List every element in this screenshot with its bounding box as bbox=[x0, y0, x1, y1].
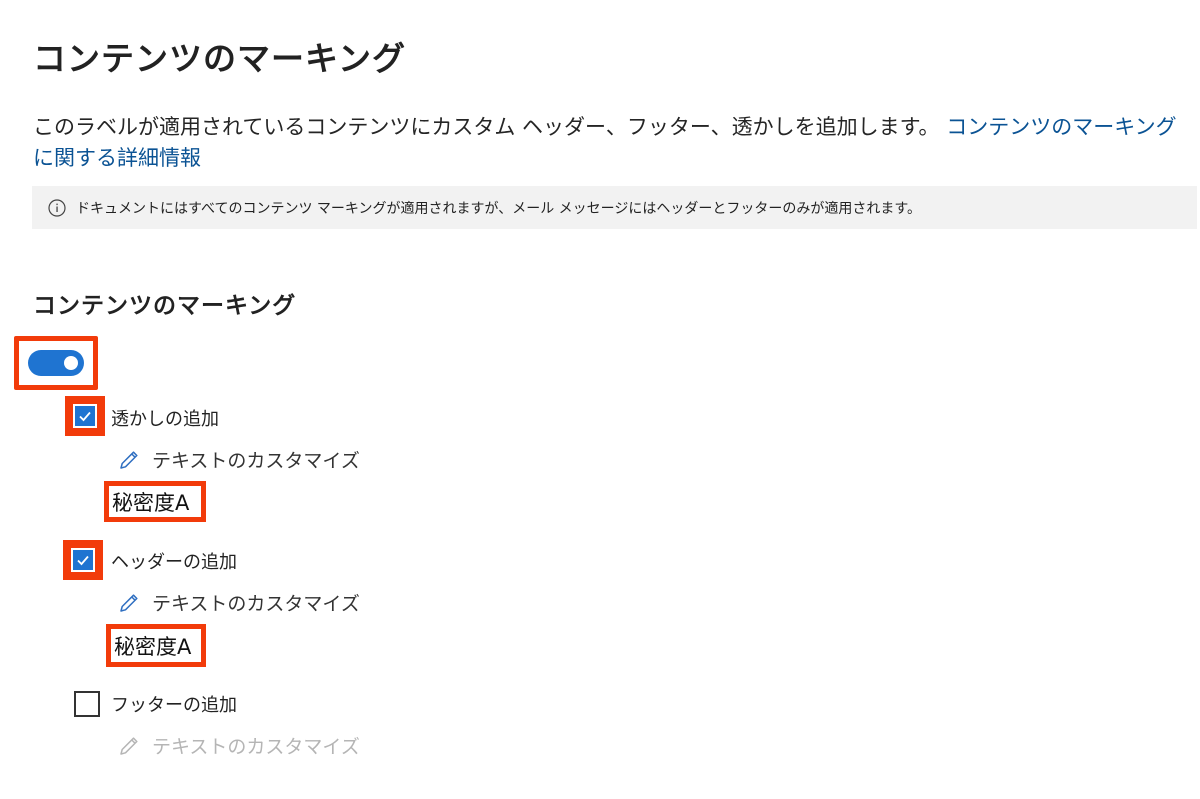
pencil-icon bbox=[118, 449, 140, 471]
info-text: ドキュメントにはすべてのコンテンツ マーキングが適用されますが、メール メッセー… bbox=[76, 200, 921, 217]
header-value-highlight: 秘密度A bbox=[106, 624, 206, 667]
header-value: 秘密度A bbox=[111, 629, 201, 662]
watermark-customize-text[interactable]: テキストのカスタマイズ bbox=[118, 446, 360, 473]
section-title: コンテンツのマーキング bbox=[33, 293, 297, 319]
pencil-icon bbox=[118, 592, 140, 614]
page-description: このラベルが適用されているコンテンツにカスタム ヘッダー、フッター、透かしを追加… bbox=[33, 112, 1193, 174]
pencil-icon bbox=[118, 735, 140, 757]
watermark-value-highlight: 秘密度A bbox=[104, 481, 206, 522]
customize-label: テキストのカスタマイズ bbox=[152, 736, 360, 758]
toggle-track bbox=[28, 350, 84, 376]
checkmark-icon bbox=[79, 411, 91, 422]
description-text: このラベルが適用されているコンテンツにカスタム ヘッダー、フッター、透かしを追加… bbox=[33, 115, 940, 139]
customize-label: テキストのカスタマイズ bbox=[152, 450, 360, 472]
checkmark-icon bbox=[77, 555, 89, 566]
header-customize-text[interactable]: テキストのカスタマイズ bbox=[118, 589, 360, 616]
footer-checkbox[interactable] bbox=[74, 691, 100, 717]
info-icon bbox=[48, 198, 66, 217]
info-bar: ドキュメントにはすべてのコンテンツ マーキングが適用されますが、メール メッセー… bbox=[32, 186, 1197, 229]
watermark-value: 秘密度A bbox=[109, 486, 201, 517]
toggle-knob bbox=[64, 356, 78, 370]
footer-label: フッターの追加 bbox=[111, 695, 237, 716]
content-marking-toggle[interactable] bbox=[19, 341, 93, 385]
footer-customize-text: テキストのカスタマイズ bbox=[118, 732, 360, 759]
watermark-label: 透かしの追加 bbox=[111, 409, 219, 430]
customize-label: テキストのカスタマイズ bbox=[152, 593, 360, 615]
page-title: コンテンツのマーキング bbox=[33, 39, 407, 78]
header-label: ヘッダーの追加 bbox=[111, 552, 237, 573]
header-checkbox[interactable] bbox=[71, 548, 95, 572]
watermark-checkbox[interactable] bbox=[73, 404, 97, 428]
